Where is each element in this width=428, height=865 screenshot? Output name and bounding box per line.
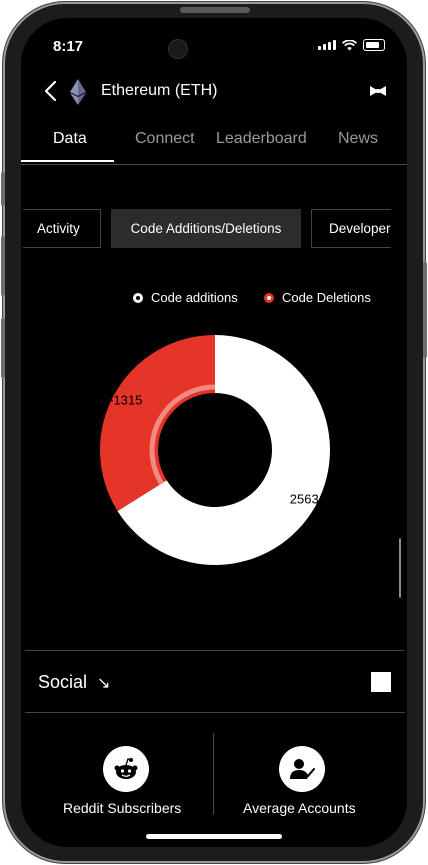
side-button-volume-up [1,236,5,296]
user-check-icon[interactable] [279,746,325,792]
reddit-subscribers-label: Reddit Subscribers [63,800,182,816]
side-button-power [423,262,427,358]
wifi-icon [342,39,357,50]
bowtie-icon[interactable] [369,85,387,97]
tab-data[interactable]: Data [53,130,87,148]
toggle-square-button[interactable] [371,672,391,692]
legend-item-deletions: Code Deletions [264,290,371,305]
legend-item-additions: Code additions [133,290,238,305]
card-separator [213,733,214,815]
tab-leaderboard[interactable]: Leaderboard [216,130,307,148]
legend-marker-deletions [264,292,274,303]
signal-icon [318,40,336,50]
page-title: Ethereum (ETH) [101,82,218,99]
legend-marker-additions [133,292,143,303]
average-accounts-label: Average Accounts [243,800,356,816]
tabs-divider [21,164,407,165]
legend-label-deletions: Code Deletions [282,290,371,305]
reddit-icon[interactable] [103,746,149,792]
chip-activity[interactable]: Activity [23,209,101,248]
ethereum-logo-icon [70,79,86,105]
section-divider-top [25,650,405,651]
donut-label-additions: 2563 [290,491,319,506]
front-camera [169,40,187,58]
chip-developers[interactable]: Developers [311,209,391,248]
status-time: 8:17 [53,38,84,55]
tab-news[interactable]: News [338,130,378,148]
scrollbar[interactable] [399,538,401,598]
app-screen: 8:17 Ethereum (ETH) Data Connect Leaderb… [21,18,407,847]
side-button-silent [1,172,5,206]
social-section-title: Social [38,672,88,692]
back-icon[interactable] [43,80,59,102]
tab-connect[interactable]: Connect [135,130,195,148]
side-button-volume-down [1,318,5,378]
section-divider-bottom [25,712,405,713]
status-icons [318,39,385,51]
home-indicator[interactable] [146,834,282,839]
active-tab-indicator [21,160,114,162]
donut-label-deletions: -1315 [109,393,142,408]
legend-label-additions: Code additions [151,290,238,305]
donut-chart: 2563 -1315 [99,335,330,565]
speaker-grill [180,7,250,13]
battery-icon [363,39,385,51]
arrow-down-right-icon: ↘ [97,675,111,692]
chip-code-additions-deletions[interactable]: Code Additions/Deletions [111,209,301,248]
